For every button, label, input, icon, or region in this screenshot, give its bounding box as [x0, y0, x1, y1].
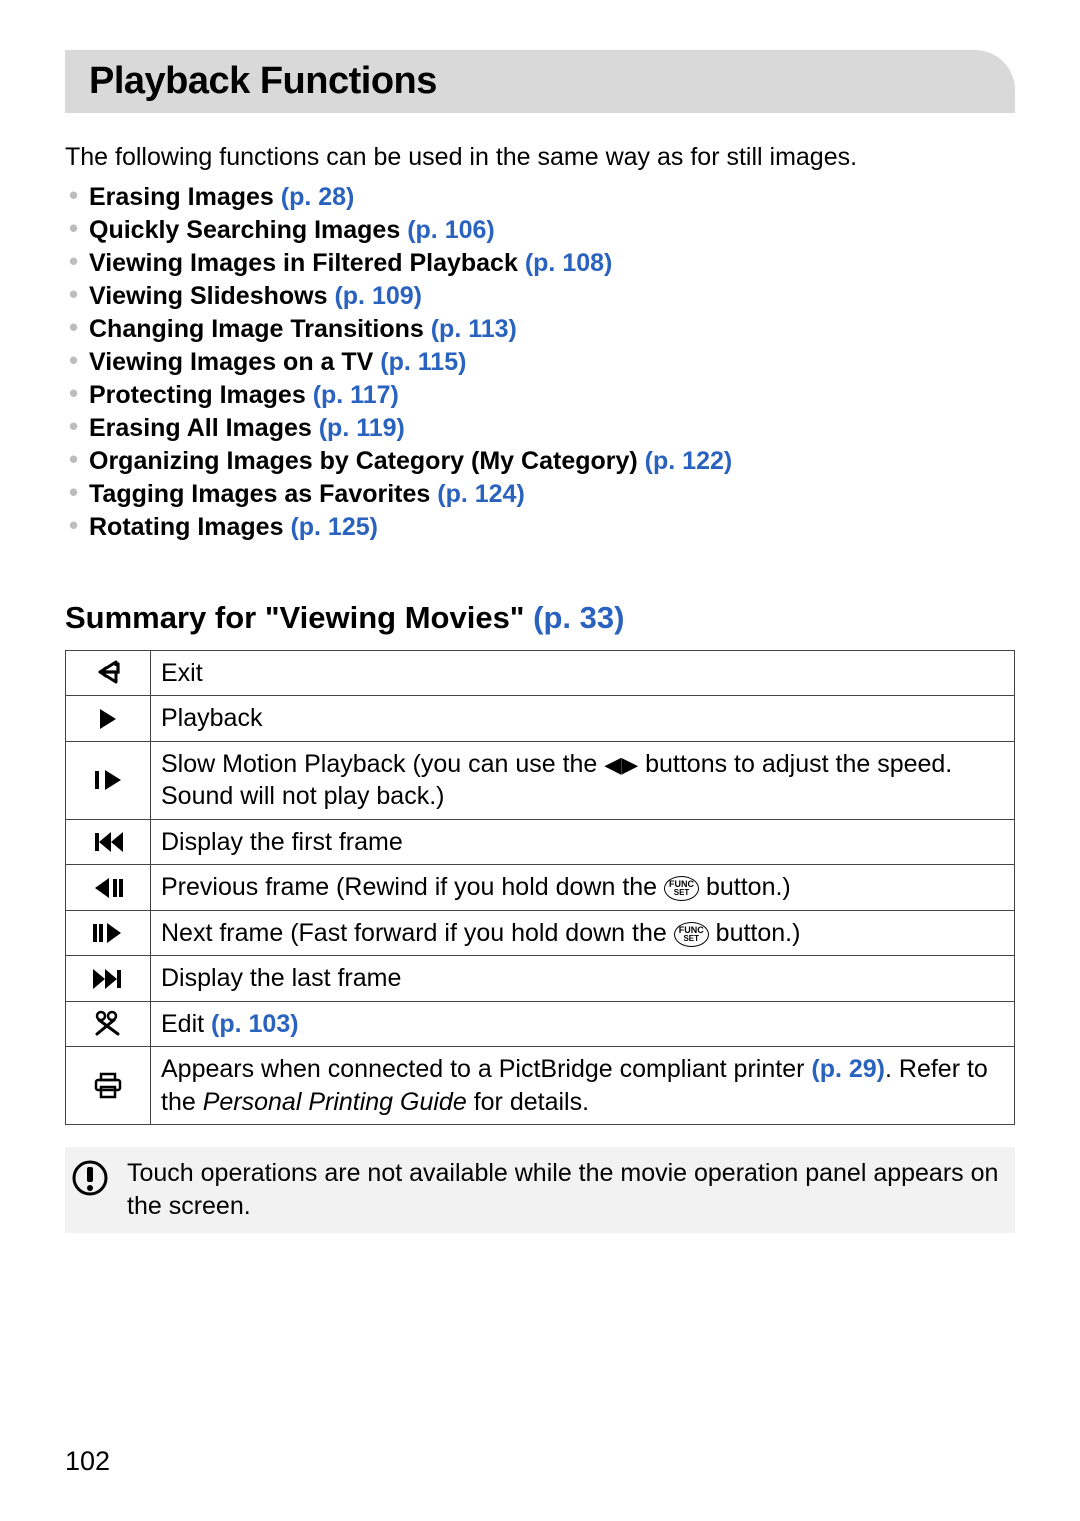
page-ref[interactable]: (p. 28) [281, 183, 355, 211]
return-icon [66, 650, 151, 696]
list-item: Organizing Images by Category (My Catego… [69, 445, 1015, 478]
subheading: Summary for "Viewing Movies" (p. 33) [65, 600, 1015, 636]
intro-text: The following functions can be used in t… [65, 141, 1015, 175]
last-frame-icon [66, 956, 151, 1002]
table-desc: Playback [151, 696, 1015, 742]
movie-controls-table: Exit Playback Slow Motion Playback (you … [65, 650, 1015, 1126]
table-row: Exit [66, 650, 1015, 696]
list-item: Tagging Images as Favorites (p. 124) [69, 478, 1015, 511]
slow-play-icon [66, 741, 151, 819]
list-item: Erasing All Images (p. 119) [69, 412, 1015, 445]
table-row: Display the last frame [66, 956, 1015, 1002]
page-ref[interactable]: (p. 124) [437, 480, 525, 508]
page-ref[interactable]: (p. 119) [319, 414, 405, 442]
table-row: Playback [66, 696, 1015, 742]
play-icon [66, 696, 151, 742]
page-ref[interactable]: (p. 117) [313, 381, 399, 409]
print-icon [66, 1047, 151, 1125]
left-right-arrows-icon: ◀▶ [604, 753, 638, 778]
list-item: Rotating Images (p. 125) [69, 511, 1015, 544]
page-ref[interactable]: (p. 108) [525, 249, 613, 277]
table-desc: Exit [151, 650, 1015, 696]
table-desc: Edit (p. 103) [151, 1001, 1015, 1047]
note-box: Touch operations are not available while… [65, 1147, 1015, 1233]
page-ref[interactable]: (p. 115) [380, 348, 466, 376]
list-item: Viewing Images in Filtered Playback (p. … [69, 247, 1015, 280]
note-text: Touch operations are not available while… [127, 1157, 1003, 1223]
page-ref[interactable]: (p. 113) [431, 315, 517, 343]
first-frame-icon [66, 819, 151, 865]
list-item: Viewing Images on a TV (p. 115) [69, 346, 1015, 379]
table-desc: Display the last frame [151, 956, 1015, 1002]
page-ref[interactable]: (p. 33) [533, 600, 624, 635]
function-list: Erasing Images (p. 28) Quickly Searching… [65, 181, 1015, 544]
page-ref[interactable]: (p. 125) [290, 513, 378, 541]
table-row: Display the first frame [66, 819, 1015, 865]
page-ref[interactable]: (p. 109) [334, 282, 422, 310]
table-row: Next frame (Fast forward if you hold dow… [66, 910, 1015, 956]
func-set-button-icon: FUNCSET [664, 876, 699, 901]
section-header: Playback Functions [65, 50, 1015, 113]
prev-frame-icon [66, 865, 151, 911]
func-set-button-icon: FUNCSET [674, 922, 709, 947]
page-ref[interactable]: (p. 103) [211, 1010, 299, 1038]
page-title: Playback Functions [89, 60, 437, 102]
page-ref[interactable]: (p. 106) [407, 216, 495, 244]
list-item: Changing Image Transitions (p. 113) [69, 313, 1015, 346]
page-ref[interactable]: (p. 122) [645, 447, 733, 475]
table-row: Appears when connected to a PictBridge c… [66, 1047, 1015, 1125]
page-ref[interactable]: (p. 29) [811, 1055, 885, 1083]
table-desc: Next frame (Fast forward if you hold dow… [151, 910, 1015, 956]
table-row: Slow Motion Playback (you can use the ◀▶… [66, 741, 1015, 819]
page-number: 102 [65, 1446, 110, 1477]
table-desc: Previous frame (Rewind if you hold down … [151, 865, 1015, 911]
list-item: Erasing Images (p. 28) [69, 181, 1015, 214]
table-row: Previous frame (Rewind if you hold down … [66, 865, 1015, 911]
table-row: Edit (p. 103) [66, 1001, 1015, 1047]
table-desc: Appears when connected to a PictBridge c… [151, 1047, 1015, 1125]
table-desc: Display the first frame [151, 819, 1015, 865]
edit-icon [66, 1001, 151, 1047]
list-item: Quickly Searching Images (p. 106) [69, 214, 1015, 247]
list-item: Viewing Slideshows (p. 109) [69, 280, 1015, 313]
list-item: Protecting Images (p. 117) [69, 379, 1015, 412]
next-frame-icon [66, 910, 151, 956]
table-desc: Slow Motion Playback (you can use the ◀▶… [151, 741, 1015, 819]
caution-icon [71, 1159, 109, 1197]
